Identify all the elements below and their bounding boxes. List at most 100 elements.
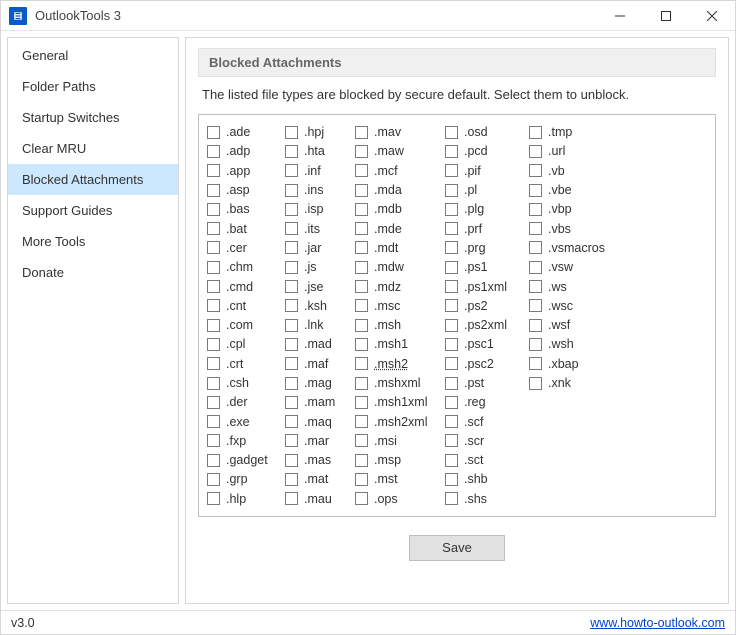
ext-checkbox[interactable] xyxy=(355,241,368,254)
ext-checkbox[interactable] xyxy=(207,415,220,428)
ext-checkbox[interactable] xyxy=(355,299,368,312)
ext-checkbox[interactable] xyxy=(529,280,542,293)
ext-checkbox[interactable] xyxy=(285,319,298,332)
sidebar-item-support-guides[interactable]: Support Guides xyxy=(8,195,178,226)
ext-checkbox[interactable] xyxy=(355,434,368,447)
ext-checkbox[interactable] xyxy=(529,377,542,390)
ext-checkbox[interactable] xyxy=(285,203,298,216)
ext-checkbox[interactable] xyxy=(355,145,368,158)
ext-checkbox[interactable] xyxy=(355,357,368,370)
ext-checkbox[interactable] xyxy=(207,473,220,486)
ext-checkbox[interactable] xyxy=(207,434,220,447)
ext-checkbox[interactable] xyxy=(529,126,542,139)
ext-checkbox[interactable] xyxy=(207,454,220,467)
ext-checkbox[interactable] xyxy=(445,473,458,486)
ext-checkbox[interactable] xyxy=(445,222,458,235)
ext-checkbox[interactable] xyxy=(207,184,220,197)
ext-checkbox[interactable] xyxy=(285,261,298,274)
ext-checkbox[interactable] xyxy=(445,454,458,467)
ext-checkbox[interactable] xyxy=(207,145,220,158)
ext-checkbox[interactable] xyxy=(285,434,298,447)
ext-checkbox[interactable] xyxy=(355,203,368,216)
ext-checkbox[interactable] xyxy=(445,241,458,254)
ext-checkbox[interactable] xyxy=(445,203,458,216)
ext-checkbox[interactable] xyxy=(355,184,368,197)
ext-checkbox[interactable] xyxy=(285,415,298,428)
ext-checkbox[interactable] xyxy=(355,377,368,390)
ext-checkbox[interactable] xyxy=(285,357,298,370)
ext-checkbox[interactable] xyxy=(445,396,458,409)
ext-checkbox[interactable] xyxy=(207,299,220,312)
sidebar-item-clear-mru[interactable]: Clear MRU xyxy=(8,133,178,164)
ext-checkbox[interactable] xyxy=(445,299,458,312)
ext-checkbox[interactable] xyxy=(445,280,458,293)
ext-checkbox[interactable] xyxy=(355,473,368,486)
ext-checkbox[interactable] xyxy=(285,338,298,351)
ext-checkbox[interactable] xyxy=(207,280,220,293)
ext-checkbox[interactable] xyxy=(529,338,542,351)
ext-checkbox[interactable] xyxy=(285,299,298,312)
ext-checkbox[interactable] xyxy=(285,145,298,158)
ext-checkbox[interactable] xyxy=(355,261,368,274)
ext-checkbox[interactable] xyxy=(445,261,458,274)
ext-checkbox[interactable] xyxy=(207,377,220,390)
save-button[interactable]: Save xyxy=(409,535,505,561)
ext-checkbox[interactable] xyxy=(445,415,458,428)
ext-checkbox[interactable] xyxy=(207,222,220,235)
ext-checkbox[interactable] xyxy=(207,126,220,139)
ext-checkbox[interactable] xyxy=(285,280,298,293)
ext-checkbox[interactable] xyxy=(355,415,368,428)
ext-checkbox[interactable] xyxy=(529,184,542,197)
ext-checkbox[interactable] xyxy=(207,261,220,274)
ext-checkbox[interactable] xyxy=(355,222,368,235)
ext-checkbox[interactable] xyxy=(355,492,368,505)
ext-checkbox[interactable] xyxy=(529,164,542,177)
ext-checkbox[interactable] xyxy=(445,319,458,332)
ext-checkbox[interactable] xyxy=(529,261,542,274)
ext-checkbox[interactable] xyxy=(285,377,298,390)
ext-checkbox[interactable] xyxy=(445,357,458,370)
ext-checkbox[interactable] xyxy=(529,241,542,254)
sidebar-item-donate[interactable]: Donate xyxy=(8,257,178,288)
ext-checkbox[interactable] xyxy=(529,357,542,370)
ext-checkbox[interactable] xyxy=(285,241,298,254)
close-button[interactable] xyxy=(689,1,735,31)
ext-checkbox[interactable] xyxy=(529,203,542,216)
ext-checkbox[interactable] xyxy=(355,396,368,409)
ext-checkbox[interactable] xyxy=(207,338,220,351)
ext-checkbox[interactable] xyxy=(445,338,458,351)
ext-checkbox[interactable] xyxy=(445,184,458,197)
ext-checkbox[interactable] xyxy=(445,126,458,139)
ext-checkbox[interactable] xyxy=(445,377,458,390)
minimize-button[interactable] xyxy=(597,1,643,31)
ext-checkbox[interactable] xyxy=(355,164,368,177)
ext-checkbox[interactable] xyxy=(285,396,298,409)
sidebar-item-folder-paths[interactable]: Folder Paths xyxy=(8,71,178,102)
sidebar-item-startup-switches[interactable]: Startup Switches xyxy=(8,102,178,133)
ext-checkbox[interactable] xyxy=(355,319,368,332)
ext-checkbox[interactable] xyxy=(529,299,542,312)
ext-checkbox[interactable] xyxy=(529,319,542,332)
ext-checkbox[interactable] xyxy=(445,145,458,158)
ext-checkbox[interactable] xyxy=(207,164,220,177)
ext-checkbox[interactable] xyxy=(355,454,368,467)
sidebar-item-blocked-attachments[interactable]: Blocked Attachments xyxy=(8,164,178,195)
ext-checkbox[interactable] xyxy=(285,454,298,467)
sidebar-item-general[interactable]: General xyxy=(8,40,178,71)
ext-checkbox[interactable] xyxy=(355,280,368,293)
ext-checkbox[interactable] xyxy=(285,473,298,486)
ext-checkbox[interactable] xyxy=(207,357,220,370)
ext-checkbox[interactable] xyxy=(207,319,220,332)
ext-checkbox[interactable] xyxy=(355,338,368,351)
ext-checkbox[interactable] xyxy=(285,126,298,139)
ext-checkbox[interactable] xyxy=(355,126,368,139)
ext-checkbox[interactable] xyxy=(207,241,220,254)
sidebar-item-more-tools[interactable]: More Tools xyxy=(8,226,178,257)
ext-checkbox[interactable] xyxy=(207,396,220,409)
ext-checkbox[interactable] xyxy=(445,492,458,505)
ext-checkbox[interactable] xyxy=(445,164,458,177)
ext-checkbox[interactable] xyxy=(285,222,298,235)
website-link[interactable]: www.howto-outlook.com xyxy=(590,616,725,630)
ext-checkbox[interactable] xyxy=(529,145,542,158)
ext-checkbox[interactable] xyxy=(445,434,458,447)
